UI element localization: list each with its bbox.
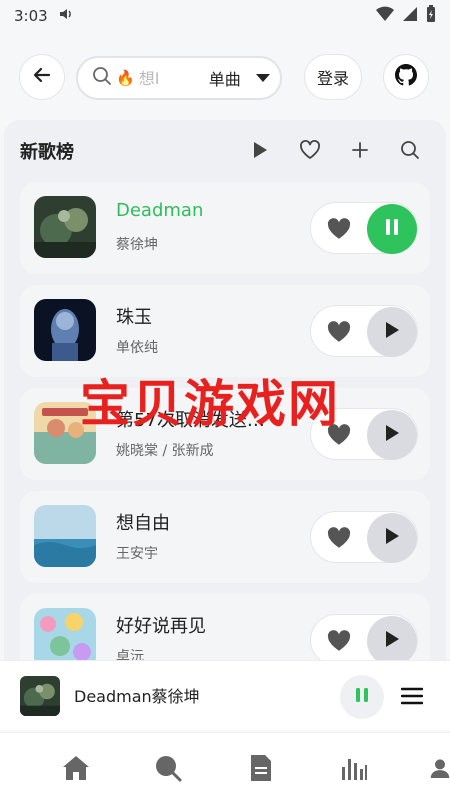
chart-panel: 新歌榜 Deadman 蔡徐坤 珠玉 单依纯 第57次取消发送… 姚晓棠 / 张… bbox=[4, 120, 446, 680]
nav-chart-icon[interactable] bbox=[339, 753, 369, 783]
volume-icon bbox=[58, 6, 74, 26]
signal-icon bbox=[402, 6, 418, 26]
play-icon bbox=[384, 321, 400, 343]
pause-icon bbox=[355, 687, 369, 707]
heart-icon[interactable] bbox=[325, 627, 353, 655]
song-artist: 姚晓棠 / 张新成 bbox=[116, 443, 214, 459]
nav-search-icon[interactable] bbox=[153, 753, 183, 783]
back-button[interactable] bbox=[19, 54, 65, 100]
mini-pause-button[interactable] bbox=[340, 675, 384, 719]
playlist-menu-icon[interactable] bbox=[400, 684, 424, 708]
song-artist: 王安宇 bbox=[116, 546, 158, 562]
song-item[interactable]: 第57次取消发送… 姚晓棠 / 张新成 bbox=[20, 388, 430, 480]
login-button[interactable]: 登录 bbox=[304, 54, 362, 100]
battery-icon bbox=[426, 5, 436, 27]
song-actions bbox=[310, 202, 418, 254]
heart-icon[interactable] bbox=[325, 318, 353, 346]
nav-home-icon[interactable] bbox=[61, 753, 91, 783]
heart-icon[interactable] bbox=[325, 524, 353, 552]
song-item[interactable]: 珠玉 单依纯 bbox=[20, 285, 430, 377]
play-icon bbox=[384, 630, 400, 652]
heart-outline-icon[interactable] bbox=[298, 138, 322, 162]
search-icon bbox=[92, 66, 112, 90]
album-cover bbox=[34, 196, 96, 258]
github-button[interactable] bbox=[383, 54, 429, 100]
mini-player-title: Deadman蔡徐坤 bbox=[74, 687, 200, 706]
heart-icon[interactable] bbox=[325, 421, 353, 449]
play-button[interactable] bbox=[367, 410, 417, 460]
song-item[interactable]: 想自由 王安宇 bbox=[20, 491, 430, 583]
song-actions bbox=[310, 614, 418, 666]
song-title: 好好说再见 bbox=[116, 616, 206, 637]
search-type-select[interactable]: 单曲 bbox=[209, 66, 241, 90]
mini-player[interactable]: Deadman蔡徐坤 bbox=[0, 660, 450, 730]
song-title: 珠玉 bbox=[116, 307, 152, 328]
song-actions bbox=[310, 408, 418, 460]
nav-profile-icon[interactable] bbox=[430, 753, 450, 783]
fire-icon: 🔥 bbox=[116, 69, 135, 87]
song-title: Deadman bbox=[116, 200, 204, 221]
album-cover bbox=[34, 505, 96, 567]
panel-title: 新歌榜 bbox=[20, 142, 74, 163]
pause-button[interactable] bbox=[367, 204, 417, 254]
song-item[interactable]: Deadman 蔡徐坤 bbox=[20, 182, 430, 274]
top-bar: 🔥 单曲 登录 bbox=[0, 52, 450, 104]
play-button[interactable] bbox=[367, 513, 417, 563]
panel-header: 新歌榜 bbox=[4, 120, 446, 178]
song-actions bbox=[310, 305, 418, 357]
status-bar: 3:03 bbox=[0, 0, 450, 32]
album-cover bbox=[34, 299, 96, 361]
song-title: 想自由 bbox=[116, 513, 170, 534]
album-cover bbox=[34, 402, 96, 464]
bottom-nav bbox=[0, 732, 450, 800]
search-box[interactable]: 🔥 单曲 bbox=[76, 56, 282, 100]
play-button[interactable] bbox=[367, 616, 417, 666]
song-title: 第57次取消发送… bbox=[116, 410, 265, 431]
play-icon bbox=[384, 424, 400, 446]
search-input[interactable] bbox=[138, 68, 195, 88]
arrow-left-icon bbox=[32, 65, 52, 89]
nav-document-icon[interactable] bbox=[246, 753, 276, 783]
wifi-icon bbox=[376, 6, 394, 26]
song-artist: 单依纯 bbox=[116, 340, 158, 356]
chevron-down-icon[interactable] bbox=[255, 69, 271, 88]
song-artist: 蔡徐坤 bbox=[116, 237, 158, 253]
search-icon[interactable] bbox=[398, 138, 422, 162]
heart-icon[interactable] bbox=[325, 215, 353, 243]
song-actions bbox=[310, 511, 418, 563]
github-icon bbox=[395, 64, 417, 90]
status-time: 3:03 bbox=[14, 7, 48, 25]
play-icon bbox=[384, 527, 400, 549]
pause-icon bbox=[384, 218, 400, 240]
play-button[interactable] bbox=[367, 307, 417, 357]
play-all-icon[interactable] bbox=[248, 138, 272, 162]
plus-icon[interactable] bbox=[348, 138, 372, 162]
mini-player-cover bbox=[20, 676, 60, 716]
